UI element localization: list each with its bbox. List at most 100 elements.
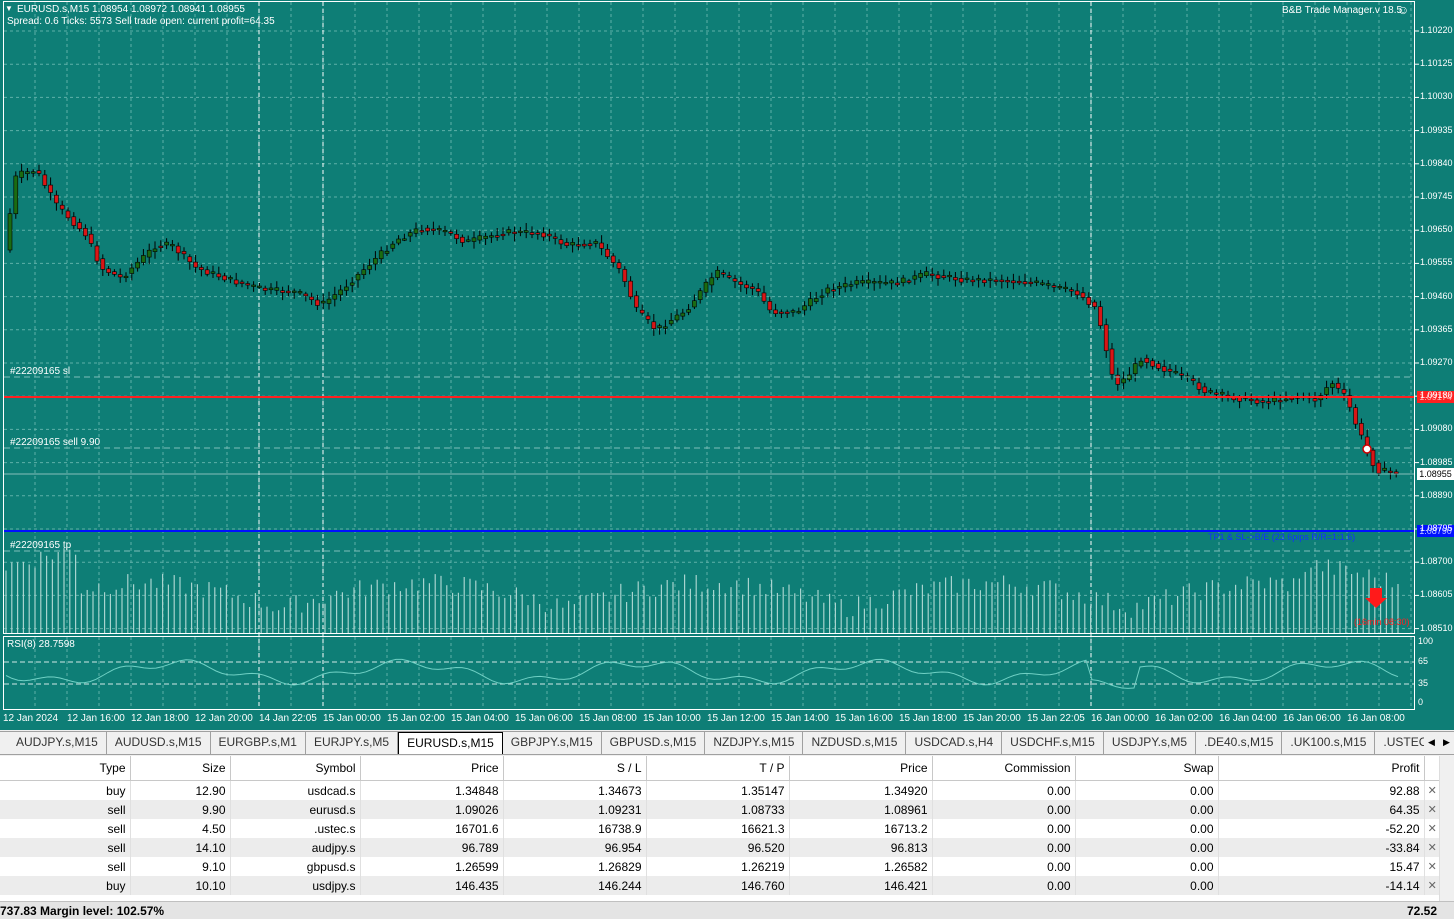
arrow-time-note: (16min 08:30) — [1354, 617, 1410, 627]
candle-body — [1109, 348, 1115, 375]
tab-nzdjpy-s-m15[interactable]: NZDJPY.s,M15 — [705, 732, 804, 754]
candle-body — [390, 243, 396, 249]
close-position-icon[interactable]: ✕ — [1424, 838, 1440, 857]
candle-body — [367, 265, 372, 270]
chart-window[interactable]: ▼ EURUSD.s,M15 1.08954 1.08972 1.08941 1… — [0, 0, 1454, 730]
table-cell: 92.88 — [1218, 780, 1425, 800]
candle-body — [1103, 324, 1109, 352]
column-header[interactable]: Commission — [932, 756, 1076, 781]
column-header[interactable]: Size — [130, 756, 231, 781]
candle-body — [1393, 471, 1399, 474]
candle-body — [88, 233, 94, 244]
rsi-tick-label: 100 — [1418, 636, 1434, 646]
total-profit: 72.52 — [1406, 904, 1437, 918]
table-row[interactable]: sell 14.10 audjpy.s 96.789 96.954 96.520 96.81… — [0, 838, 1440, 857]
close-position-icon[interactable]: ✕ — [1424, 781, 1440, 801]
candle-body — [808, 298, 813, 307]
candle-body — [1028, 281, 1034, 284]
candle-body — [187, 256, 193, 263]
tab-eurusd-s-m15[interactable]: EURUSD.s,M15 — [398, 732, 503, 754]
candle-body — [651, 321, 657, 329]
candle-body — [442, 230, 448, 233]
candle-body — [668, 320, 674, 325]
table-cell: 146.760 — [646, 876, 790, 895]
tab-uk100-s-m15[interactable]: .UK100.s,M15 — [1282, 732, 1376, 754]
candle-body — [570, 242, 575, 246]
tab-eurjpy-s-m5[interactable]: EURJPY.s,M5 — [306, 732, 399, 754]
table-cell: 1.34673 — [503, 780, 647, 800]
column-header[interactable]: Swap — [1075, 756, 1219, 781]
candle-body — [663, 326, 668, 329]
column-header[interactable]: S / L — [503, 756, 647, 781]
table-cell: 1.09231 — [503, 800, 647, 819]
tab-usdcad-s-h4[interactable]: USDCAD.s,H4 — [906, 732, 1003, 754]
candle-body — [866, 279, 871, 284]
candle-body — [146, 249, 152, 258]
price-tick-label: 1.08795 — [1420, 523, 1453, 533]
column-header[interactable]: T / P — [646, 756, 790, 781]
price-tick-label: 1.09935 — [1420, 124, 1453, 135]
candle-body — [692, 300, 697, 308]
price-chart[interactable] — [0, 0, 1454, 730]
candle-body — [1370, 449, 1376, 466]
candle-body — [1190, 378, 1196, 381]
table-row[interactable]: sell 9.10 gbpusd.s 1.26599 1.26829 1.26219 1.2… — [0, 857, 1440, 876]
table-row[interactable]: buy 10.10 usdjpy.s 146.435 146.244 146.760 146… — [0, 876, 1440, 895]
candle-body — [837, 286, 842, 289]
candle-body — [1219, 391, 1225, 395]
table-cell: buy — [0, 876, 131, 895]
tab-eurgbp-s-m1[interactable]: EURGBP.s,M1 — [211, 732, 306, 754]
smiley-icon: ☺ — [1397, 3, 1410, 17]
tab-usdjpy-s-m5[interactable]: USDJPY.s,M5 — [1104, 732, 1196, 754]
tab-nzdusd-s-m15[interactable]: NZDUSD.s,M15 — [803, 732, 907, 754]
column-header[interactable]: Price — [360, 756, 504, 781]
candle-body — [628, 280, 633, 298]
table-row[interactable]: sell 4.50 .ustec.s 16701.6 16738.9 16621.3 167… — [0, 819, 1440, 838]
candle-body — [181, 251, 187, 255]
candle-body — [1283, 398, 1289, 401]
close-position-icon[interactable]: ✕ — [1424, 857, 1440, 876]
candle-body — [819, 295, 825, 298]
chart-collapse-icon[interactable]: ▼ — [5, 4, 13, 13]
column-header[interactable]: Price — [789, 756, 933, 781]
candle-body — [529, 232, 535, 235]
candle-body — [170, 244, 175, 247]
rsi-tick-label: 35 — [1418, 678, 1429, 688]
scroll-right-icon[interactable]: ▶ — [1439, 732, 1454, 754]
close-position-icon[interactable]: ✕ — [1424, 819, 1440, 838]
table-cell: 146.244 — [503, 876, 647, 895]
column-header[interactable]: Symbol — [230, 756, 361, 781]
candle-body — [848, 284, 854, 287]
rsi-label: RSI(8) 28.7598 — [7, 639, 75, 650]
tab-gbpjpy-s-m15[interactable]: GBPJPY.s,M15 — [503, 732, 602, 754]
candle-body — [1115, 374, 1121, 385]
close-position-icon[interactable]: ✕ — [1424, 800, 1440, 819]
price-tick-label: 1.08700 — [1420, 556, 1453, 567]
tab-audjpy-s-m15[interactable]: AUDJPY.s,M15 — [8, 732, 107, 754]
candle-body — [286, 290, 291, 294]
tab-de40-s-m15[interactable]: .DE40.s,M15 — [1196, 732, 1283, 754]
candle-body — [715, 269, 720, 278]
candle-body — [779, 311, 784, 314]
candle-body — [610, 255, 616, 263]
table-row[interactable]: sell 9.90 eurusd.s 1.09026 1.09231 1.08733 1.0… — [0, 800, 1440, 819]
tab-gbpusd-s-m15[interactable]: GBPUSD.s,M15 — [602, 732, 706, 754]
candle-body — [860, 280, 865, 284]
table-row[interactable]: buy 12.90 usdcad.s 1.34848 1.34673 1.35147 1.3… — [0, 780, 1440, 801]
tab-usdchf-s-m15[interactable]: USDCHF.s,M15 — [1002, 732, 1104, 754]
candle-body — [616, 262, 622, 269]
column-header[interactable]: Type — [0, 756, 131, 781]
candle-body — [251, 284, 256, 287]
candle-body — [36, 170, 42, 174]
vertical-scrollbar[interactable] — [1439, 756, 1454, 901]
candle-body — [494, 235, 500, 238]
candle-body — [726, 275, 732, 278]
tab-audusd-s-m15[interactable]: AUDUSD.s,M15 — [107, 732, 211, 754]
candle-body — [941, 275, 947, 278]
table-cell: sell — [0, 800, 131, 819]
scroll-left-icon[interactable]: ◀ — [1424, 732, 1439, 754]
column-header[interactable]: Profit — [1218, 756, 1425, 781]
table-cell: 0.00 — [1075, 838, 1219, 857]
candle-body — [634, 295, 639, 308]
close-position-icon[interactable]: ✕ — [1424, 876, 1440, 895]
